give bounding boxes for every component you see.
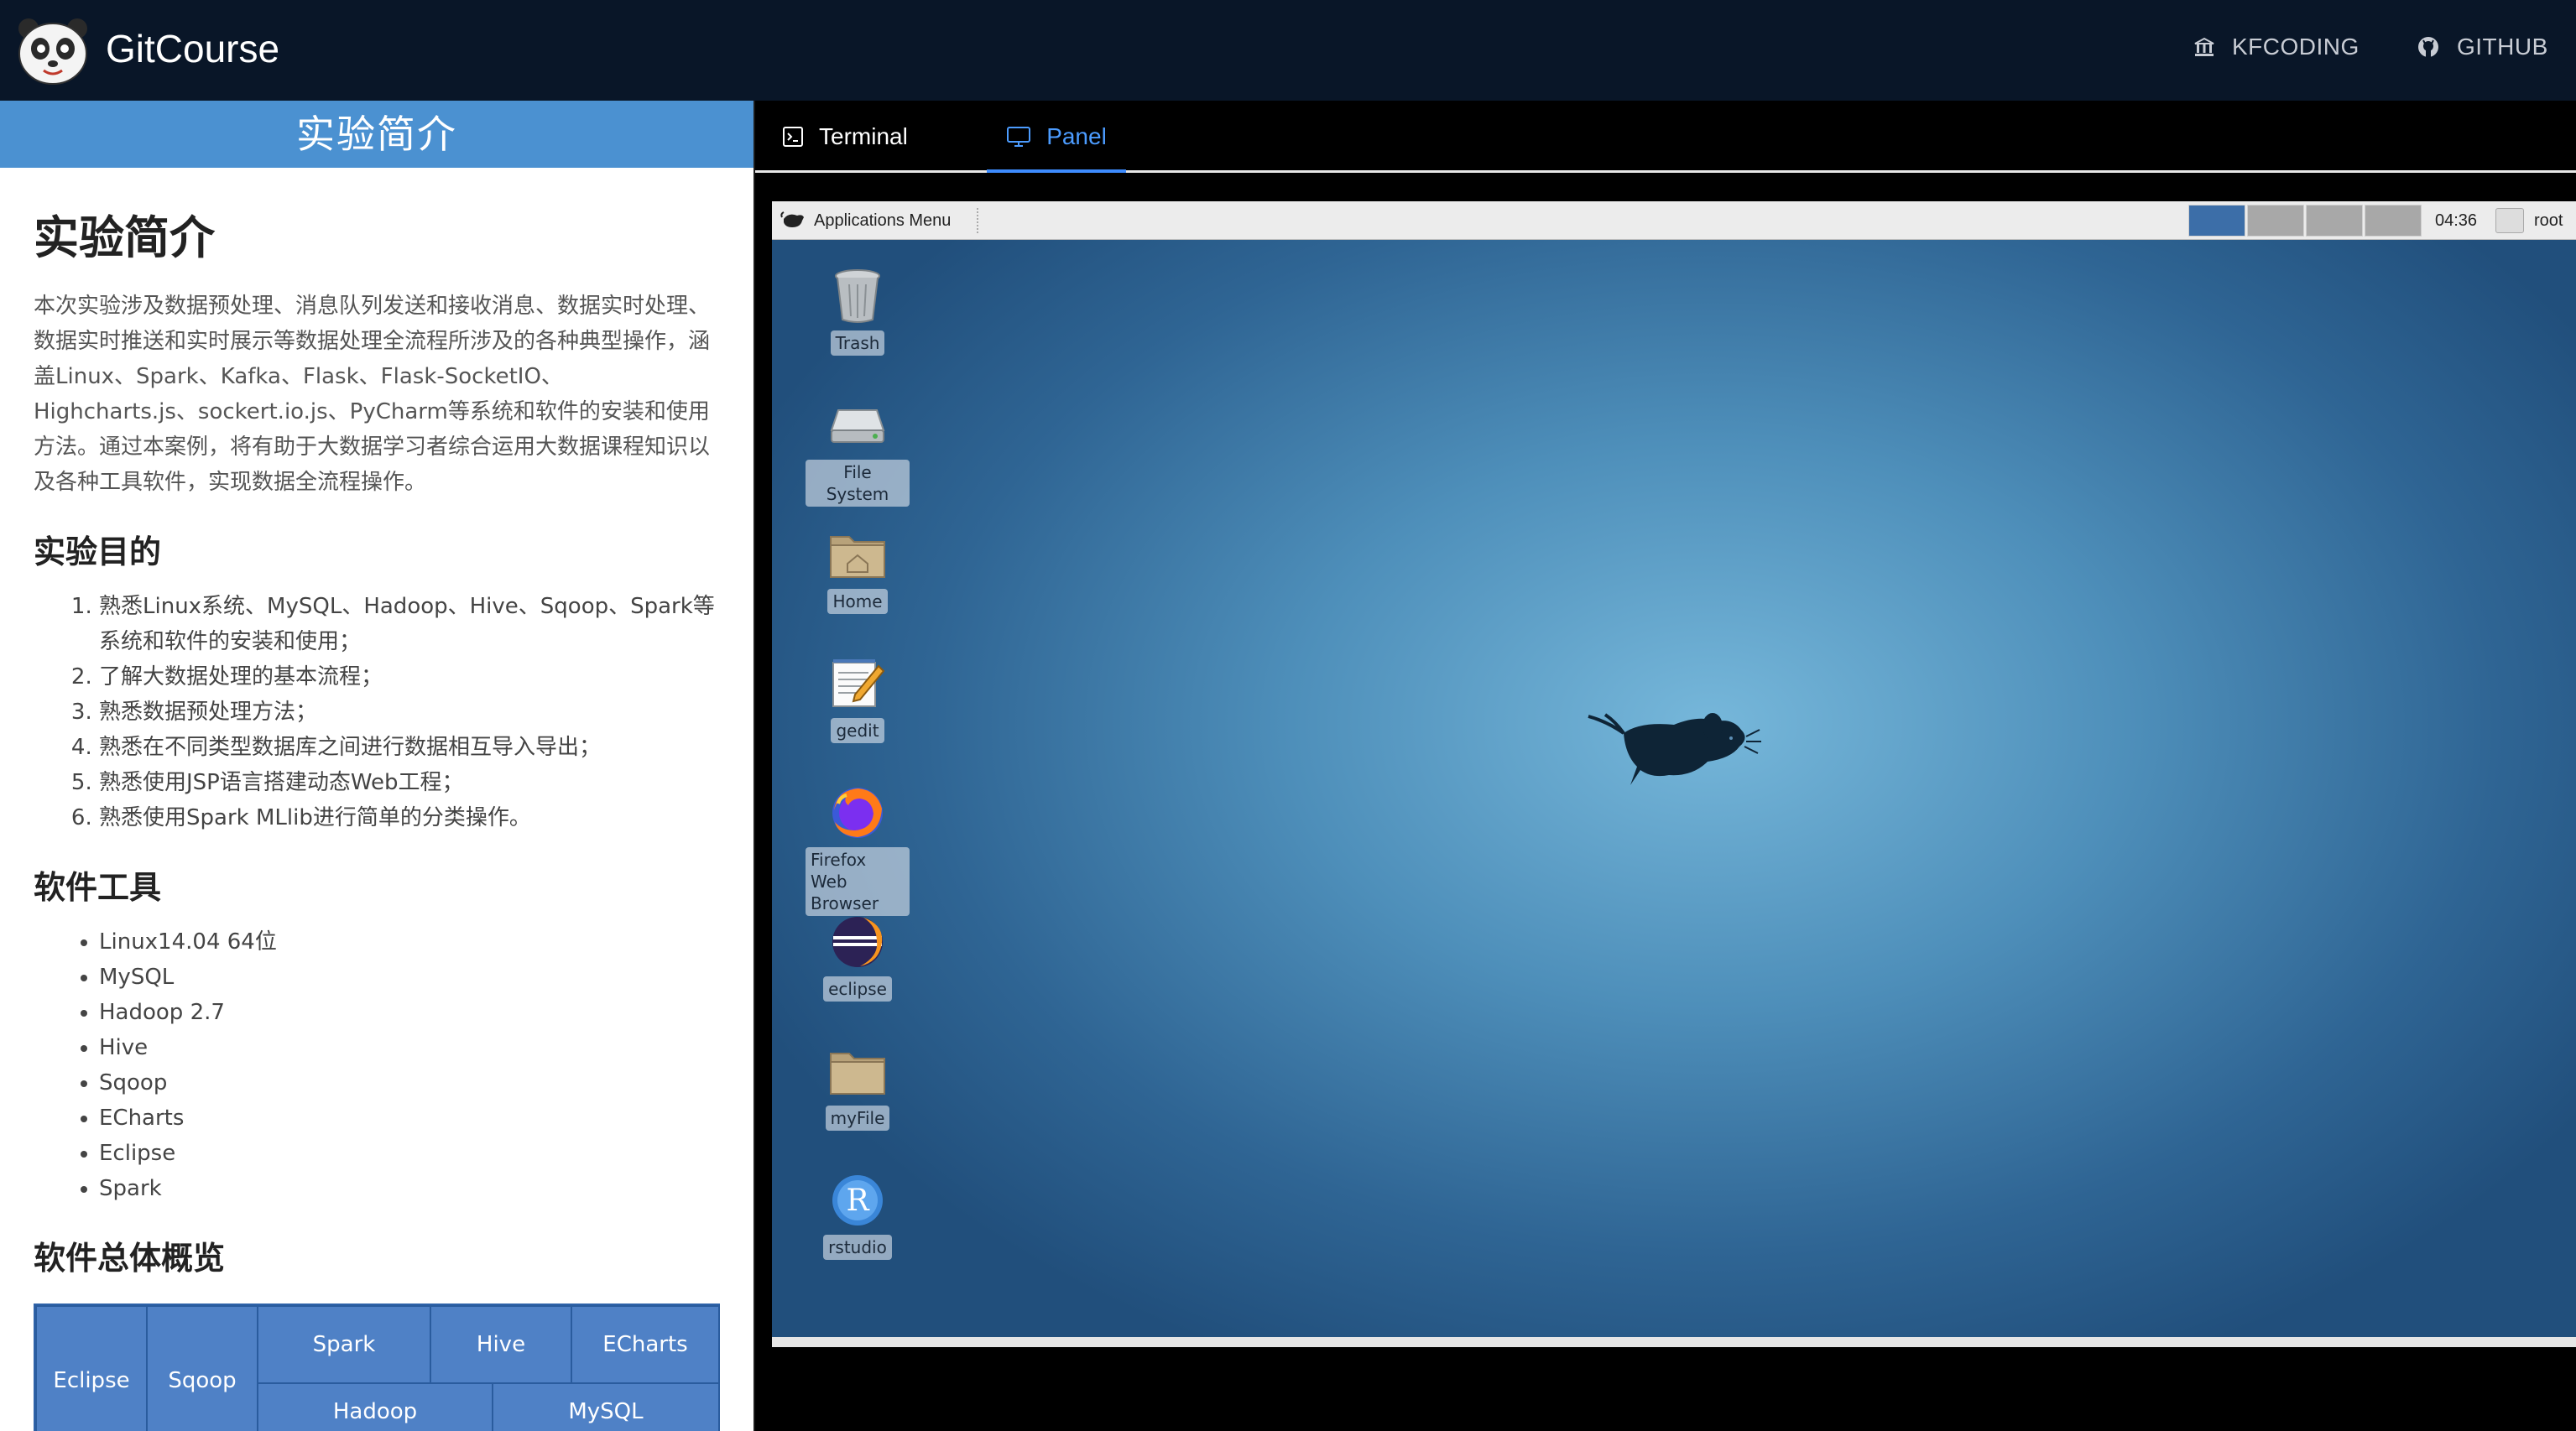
desktop-bottom-bar <box>772 1337 2576 1347</box>
arch-mysql: MySQL <box>492 1382 720 1431</box>
applications-menu-label: Applications Menu <box>814 211 952 230</box>
eclipse-icon <box>832 917 883 967</box>
bank-icon <box>2194 37 2214 56</box>
tab-terminal[interactable]: Terminal <box>782 101 908 173</box>
firefox-icon <box>832 788 883 838</box>
list-item: Spark <box>99 1171 720 1206</box>
github-link[interactable]: GITHUB <box>2417 30 2548 64</box>
goals-list: 熟悉Linux系统、MySQL、Hadoop、Hive、Sqoop、Spark等… <box>34 589 720 835</box>
terminal-icon <box>783 127 803 147</box>
tab-terminal-label: Terminal <box>819 123 908 149</box>
text-editor-icon <box>832 659 885 707</box>
workspace-4[interactable] <box>2365 205 2422 237</box>
architecture-diagram: Eclipse Sqoop Spark Hive ECharts Hadoop … <box>34 1304 720 1431</box>
arch-hadoop: Hadoop <box>257 1382 493 1431</box>
kfcoding-link[interactable]: KFCODING <box>2193 30 2360 64</box>
arch-eclipse: Eclipse <box>35 1305 148 1431</box>
panel-separator <box>977 208 978 233</box>
desktop-icon-label: Trash <box>830 330 885 356</box>
trash-icon <box>835 269 880 323</box>
tab-panel[interactable]: Panel <box>987 101 1126 173</box>
arch-spark: Spark <box>257 1305 431 1384</box>
list-item: Hadoop 2.7 <box>99 995 720 1030</box>
list-item: 熟悉数据预处理方法； <box>99 695 720 730</box>
desktop-icon-label: rstudio <box>823 1235 892 1260</box>
desktop-icon-firefox[interactable]: Firefox Web Browser <box>806 783 910 916</box>
desktop-icon-myfile[interactable]: myFile <box>806 1042 910 1131</box>
doc-body: 实验简介 本次实验涉及数据预处理、消息队列发送和接收消息、数据实时处理、数据实时… <box>0 210 754 1431</box>
workspace-panel: Terminal Panel Applications Menu 04:36 r… <box>755 101 2576 1431</box>
list-item: Hive <box>99 1030 720 1065</box>
list-item: Eclipse <box>99 1136 720 1171</box>
desktop-icon-rstudio[interactable]: R rstudio <box>806 1171 910 1260</box>
list-item: 熟悉使用Spark MLlib进行简单的分类操作。 <box>99 800 720 835</box>
tab-panel-label: Panel <box>1046 123 1107 149</box>
workspace-1[interactable] <box>2188 205 2245 237</box>
svg-text:R: R <box>846 1184 869 1218</box>
list-item: 熟悉Linux系统、MySQL、Hadoop、Hive、Sqoop、Spark等… <box>99 589 720 659</box>
doc-header: 实验简介 <box>0 101 754 168</box>
doc-title: 实验简介 <box>34 211 215 264</box>
arch-sqoop: Sqoop <box>146 1305 258 1431</box>
list-item: MySQL <box>99 960 720 995</box>
workspace-2[interactable] <box>2247 205 2304 237</box>
tab-bar: Terminal Panel <box>755 101 2576 173</box>
doc-intro: 本次实验涉及数据预处理、消息队列发送和接收消息、数据实时处理、数据实时推送和实时… <box>34 294 711 495</box>
desktop-icon-label: File System <box>806 460 910 507</box>
arch-hive: Hive <box>430 1305 572 1384</box>
workspace-3[interactable] <box>2306 205 2363 237</box>
desktop-icon-label: eclipse <box>823 976 892 1002</box>
list-item: 熟悉使用JSP语言搭建动态Web工程； <box>99 765 720 800</box>
overview-heading: 软件总体概览 <box>34 1240 226 1277</box>
list-item: Sqoop <box>99 1065 720 1101</box>
course-doc-panel[interactable]: 实验简介 实验简介 本次实验涉及数据预处理、消息队列发送和接收消息、数据实时处理… <box>0 101 754 1431</box>
tools-heading: 软件工具 <box>34 869 162 906</box>
top-navbar: GitCourse KFCODING GITHUB <box>0 0 2576 101</box>
list-item: 熟悉在不同类型数据库之间进行数据相互导入导出； <box>99 730 720 765</box>
xfce-mouse-icon <box>780 211 804 227</box>
xfce-mouse-wallpaper-icon <box>1588 713 1761 785</box>
desktop-icon-file-system[interactable]: File System <box>806 396 910 507</box>
user-menu[interactable]: root <box>2534 205 2563 237</box>
folder-icon <box>830 1053 885 1095</box>
desktop-icon-gedit[interactable]: gedit <box>806 654 910 743</box>
kfcoding-label: KFCODING <box>2232 34 2360 60</box>
brand-name[interactable]: GitCourse <box>106 23 279 74</box>
rstudio-icon: R <box>832 1175 883 1225</box>
github-icon <box>2418 37 2438 57</box>
drive-icon <box>830 409 885 443</box>
desktop-icon-label: Home <box>827 589 888 614</box>
list-item: Linux14.04 64位 <box>99 924 720 960</box>
desktop-icon-label: Firefox Web Browser <box>806 847 910 916</box>
keyboard-layout-icon[interactable] <box>2495 208 2524 233</box>
home-folder-icon <box>830 536 885 578</box>
arch-echarts: ECharts <box>571 1305 720 1384</box>
list-item: 了解大数据处理的基本流程； <box>99 659 720 695</box>
tools-list: Linux14.04 64位 MySQL Hadoop 2.7 Hive Sqo… <box>34 924 720 1206</box>
monitor-icon <box>1007 127 1031 147</box>
remote-desktop[interactable]: Applications Menu 04:36 root Trash File … <box>772 201 2576 1337</box>
panda-logo-icon[interactable] <box>13 15 92 87</box>
panel-clock[interactable]: 04:36 <box>2435 205 2477 237</box>
active-tab-indicator <box>987 169 1126 173</box>
desktop-icon-home[interactable]: Home <box>806 525 910 614</box>
list-item: ECharts <box>99 1101 720 1136</box>
desktop-icon-label: myFile <box>825 1106 890 1131</box>
desktop-icon-label: gedit <box>831 718 884 743</box>
applications-menu-button[interactable]: Applications Menu <box>780 205 951 237</box>
github-label: GITHUB <box>2457 34 2548 60</box>
goals-heading: 实验目的 <box>34 533 162 570</box>
desktop-icon-trash[interactable]: Trash <box>806 267 910 356</box>
xfce-top-panel: Applications Menu 04:36 root <box>772 201 2576 240</box>
desktop-icon-eclipse[interactable]: eclipse <box>806 913 910 1002</box>
